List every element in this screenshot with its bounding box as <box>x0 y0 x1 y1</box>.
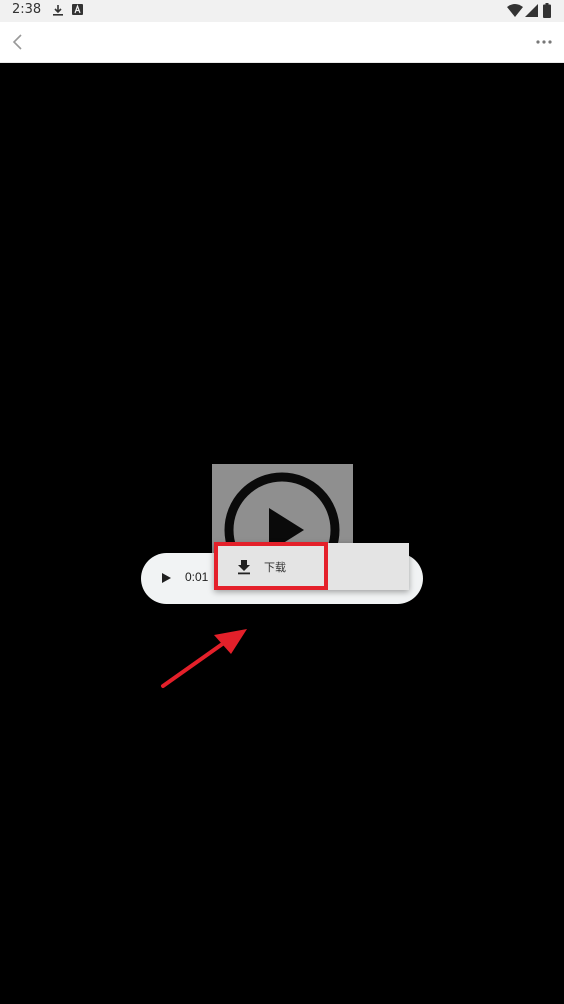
app-notification-icon <box>72 4 83 15</box>
wifi-icon <box>507 4 523 17</box>
status-time: 2:38 <box>12 2 42 17</box>
back-button[interactable] <box>6 30 30 54</box>
download-icon <box>238 560 250 575</box>
pointer-arrow-icon <box>161 629 247 688</box>
context-menu: 下载 <box>214 543 409 590</box>
cellular-signal-icon <box>525 4 538 17</box>
status-bar: 2:38 <box>0 0 564 22</box>
audio-current-time: 0:01 <box>185 570 209 584</box>
top-nav-bar <box>0 22 564 63</box>
menu-item-label: 下载 <box>264 561 286 574</box>
menu-item-download[interactable]: 下载 <box>220 547 328 587</box>
battery-icon <box>543 3 551 18</box>
more-options-button[interactable] <box>532 30 556 54</box>
download-notification-icon <box>53 5 63 16</box>
play-icon[interactable] <box>159 571 173 585</box>
